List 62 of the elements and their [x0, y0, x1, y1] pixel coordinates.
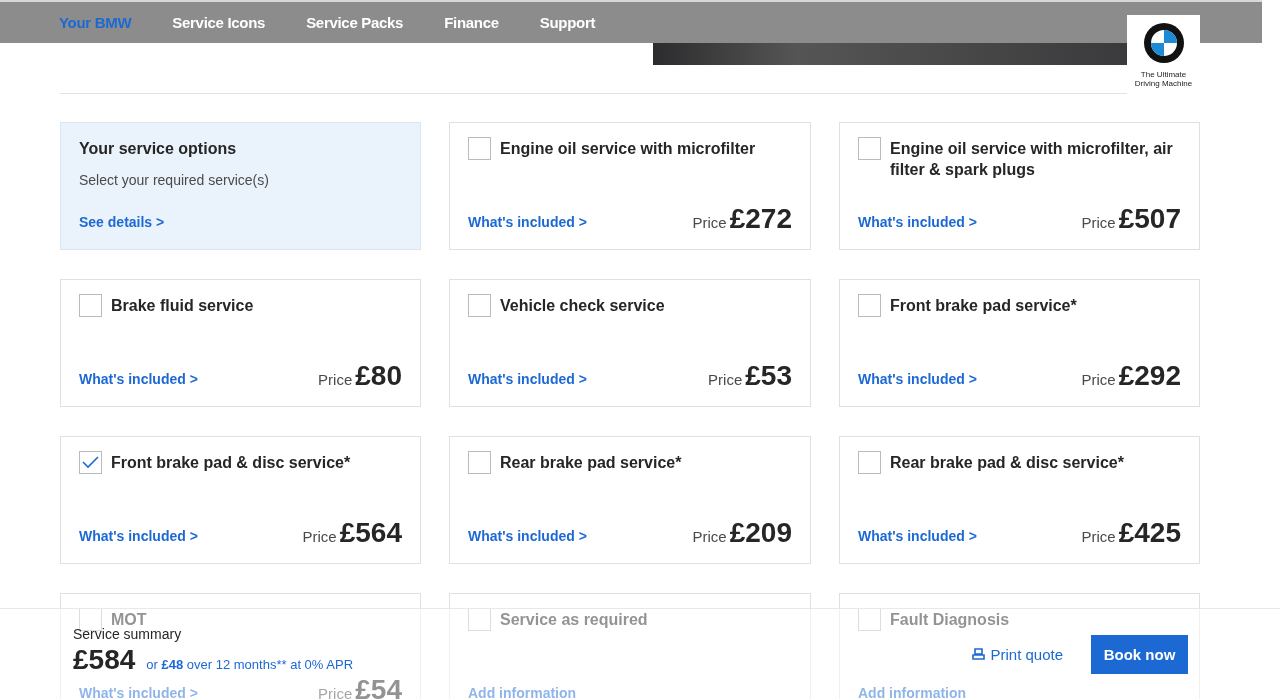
service-title: MOT: [111, 610, 147, 628]
see-details-link[interactable]: See details >: [79, 214, 165, 230]
service-title: Vehicle check service: [500, 296, 665, 316]
service-title: Engine oil service with microfilter, air filter & spark plugs: [890, 139, 1174, 180]
price: £564: [339, 519, 402, 547]
service-checkbox[interactable]: [79, 294, 102, 317]
price: £272: [729, 205, 792, 233]
service-title: Brake fluid service: [111, 296, 254, 316]
service-link[interactable]: What's included >: [468, 214, 587, 230]
nav-tab[interactable]: Finance: [444, 14, 499, 31]
price: £53: [745, 362, 792, 390]
service-checkbox[interactable]: [858, 608, 881, 631]
price: £80: [355, 362, 402, 390]
price: £54: [355, 676, 402, 699]
logo-icon: [1142, 22, 1185, 64]
service-title: Front brake pad service*: [890, 296, 1077, 316]
service-checkbox[interactable]: [468, 294, 491, 317]
service-link[interactable]: What's included >: [79, 371, 198, 387]
printer-icon: [972, 647, 986, 661]
service-link[interactable]: What's included >: [858, 528, 977, 544]
book-now-button[interactable]: Book now: [1091, 634, 1188, 674]
price-label: Price: [318, 371, 353, 388]
summary-total: £584: [73, 644, 136, 676]
price-label: Price: [692, 214, 727, 231]
service-link[interactable]: What's included >: [79, 528, 198, 544]
service-link[interactable]: What's included >: [858, 371, 977, 387]
intro-title: Your service options: [79, 139, 238, 159]
price: £507: [1118, 205, 1181, 233]
nav-tab[interactable]: Support: [539, 14, 596, 31]
price: £209: [729, 519, 792, 547]
nav-tab[interactable]: Service Icons: [172, 14, 266, 31]
service-checkbox[interactable]: [79, 451, 102, 474]
print-quote-link[interactable]: Print quote: [972, 645, 1063, 663]
price: £292: [1118, 362, 1181, 390]
service-checkbox[interactable]: [858, 294, 881, 317]
price: £425: [1118, 519, 1181, 547]
logo-tagline: The Ultimate Driving Machine: [1133, 70, 1194, 88]
service-link[interactable]: What's included >: [468, 371, 587, 387]
service-title: Engine oil service with microfilter: [500, 139, 756, 159]
service-link[interactable]: What's included >: [858, 214, 977, 230]
price-label: Price: [1081, 371, 1116, 388]
price-label: Price: [302, 528, 337, 545]
service-checkbox[interactable]: [858, 137, 881, 160]
service-checkbox[interactable]: [468, 451, 491, 474]
service-checkbox[interactable]: [468, 137, 491, 160]
service-link[interactable]: What's included >: [468, 528, 587, 544]
service-title: Fault Diagnosis: [890, 610, 1010, 630]
intro-subtitle: Select your required service(s): [79, 172, 270, 188]
price-label: Price: [318, 685, 353, 699]
service-checkbox[interactable]: [468, 608, 491, 631]
service-title: Service as required: [500, 610, 648, 630]
price-label: Price: [692, 528, 727, 545]
price-label: Price: [708, 371, 743, 388]
nav-tab[interactable]: Service Packs: [306, 14, 404, 31]
service-title: Rear brake pad service*: [500, 453, 682, 473]
price-label: Price: [1081, 214, 1116, 231]
service-checkbox[interactable]: [858, 451, 881, 474]
service-title: Rear brake pad & disc service*: [890, 453, 1124, 473]
service-title: Front brake pad & disc service*: [111, 453, 351, 473]
price-label: Price: [1081, 528, 1116, 545]
finance-text: or £48 over 12 months** at 0% APR: [146, 657, 353, 672]
summary-title: Service summary: [73, 626, 183, 642]
